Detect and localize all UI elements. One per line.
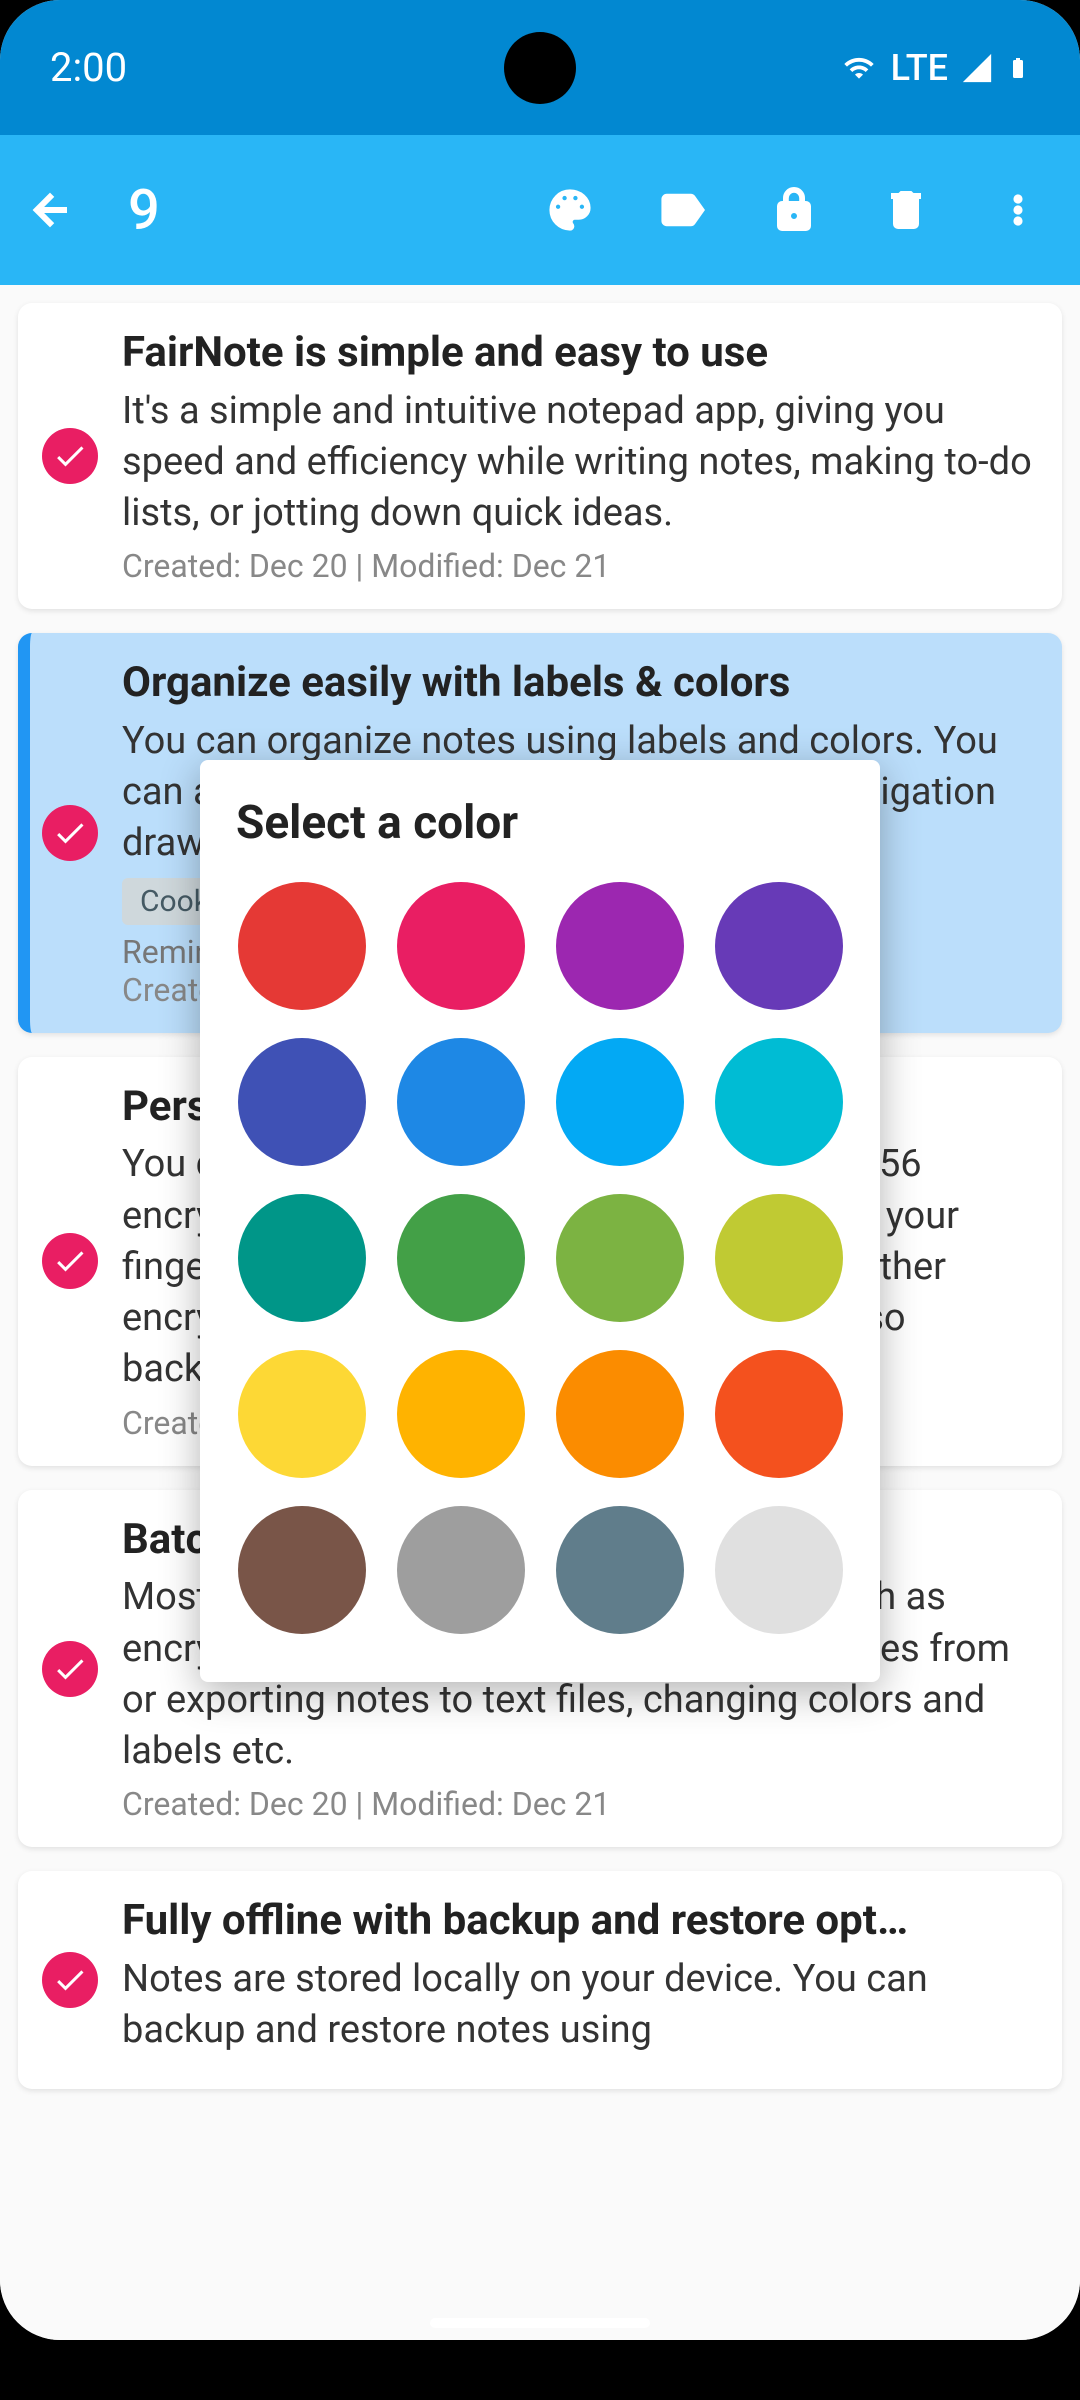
gesture-nav-handle[interactable] <box>430 2318 650 2328</box>
camera-hole <box>504 32 576 104</box>
dialog-scrim[interactable] <box>0 0 1080 2340</box>
